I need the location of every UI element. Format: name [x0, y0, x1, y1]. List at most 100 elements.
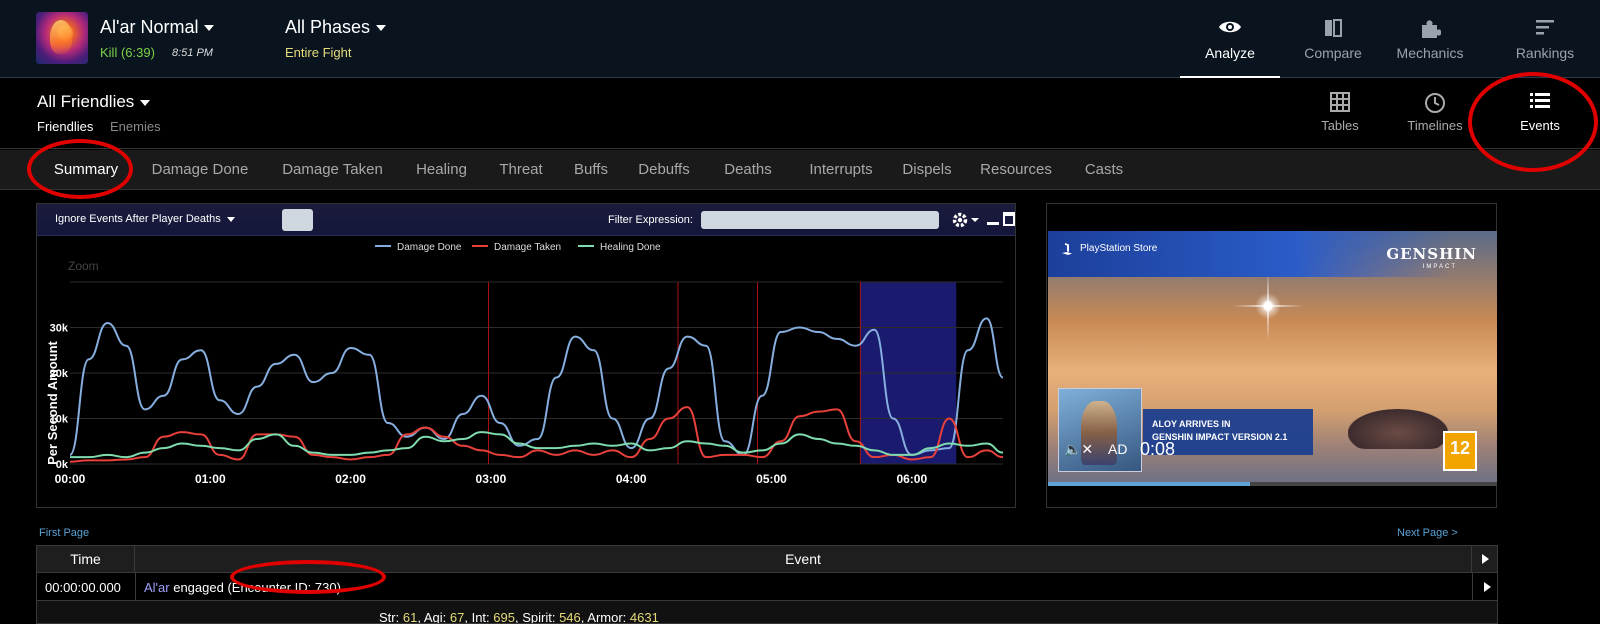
- clock-icon: [1425, 93, 1445, 113]
- view-timelines-label: Timelines: [1407, 118, 1463, 133]
- mute-icon[interactable]: 🔈✕: [1064, 441, 1093, 458]
- x-tick-label: 02:00: [335, 472, 366, 486]
- ignore-deaths-toggle[interactable]: [282, 209, 313, 231]
- secondary-header: All Friendlies Friendlies Enemies Tables…: [0, 79, 1600, 149]
- boss-avatar[interactable]: [36, 12, 88, 64]
- eye-icon: [1219, 21, 1241, 33]
- top-header: Al'ar Normal Kill (6:39) 8:51 PM All Pha…: [0, 0, 1600, 78]
- event-action: engaged: [169, 580, 228, 595]
- nav-mechanics-label: Mechanics: [1396, 45, 1464, 61]
- legend-label: Damage Taken: [494, 242, 561, 253]
- chevron-down-icon: [204, 25, 215, 32]
- compare-icon: [1325, 19, 1342, 37]
- tab-casts[interactable]: Casts: [1074, 150, 1134, 190]
- stats-line: Str: 61, Agi: 67, Int: 695, Spirit: 546,…: [379, 610, 659, 624]
- chevron-down-icon: [376, 25, 387, 32]
- age-rating-badge: 12: [1443, 431, 1477, 471]
- ignore-deaths-dropdown[interactable]: Ignore Events After Player Deaths: [55, 213, 235, 225]
- encounter-selector[interactable]: Al'ar Normal: [100, 17, 215, 38]
- enemies-tab[interactable]: Enemies: [110, 119, 161, 134]
- nav-analyze[interactable]: Analyze: [1180, 0, 1280, 78]
- stat-value: 61: [402, 610, 418, 624]
- column-header-event[interactable]: Event: [134, 545, 1472, 573]
- tab-dispels[interactable]: Dispels: [893, 150, 961, 190]
- phase-selector[interactable]: All Phases: [285, 17, 387, 38]
- next-page-link[interactable]: Next Page >: [1397, 527, 1458, 539]
- ad-label: AD: [1108, 441, 1128, 457]
- puzzle-icon: [1422, 20, 1441, 38]
- ad-star-graphic: [1233, 271, 1303, 341]
- tab-interrupts[interactable]: Interrupts: [795, 150, 887, 190]
- friendlies-tab[interactable]: Friendlies: [37, 119, 93, 134]
- nav-compare[interactable]: Compare: [1283, 0, 1383, 78]
- filter-expression-label: Filter Expression:: [608, 214, 693, 226]
- x-tick-label: 00:00: [55, 472, 86, 486]
- filter-expression-input[interactable]: [701, 211, 939, 229]
- stat-value: 4631: [629, 610, 659, 624]
- genshin-logo-sub: IMPACT: [1422, 264, 1457, 270]
- gear-icon[interactable]: [951, 210, 981, 230]
- tab-damage-done[interactable]: Damage Done: [140, 150, 260, 190]
- event-actor[interactable]: Al'ar: [144, 580, 170, 595]
- x-tick-label: 06:00: [896, 472, 927, 486]
- ps-store-label: PlayStation Store: [1080, 243, 1158, 254]
- minimize-icon[interactable]: [987, 212, 999, 226]
- phase-title: All Phases: [285, 17, 371, 37]
- maximize-icon[interactable]: [1003, 212, 1015, 226]
- encounter-result: Kill (6:39): [100, 45, 155, 60]
- tab-debuffs[interactable]: Debuffs: [628, 150, 700, 190]
- table-row-details: Str: 61, Agi: 67, Int: 695, Spirit: 546,…: [36, 601, 1498, 624]
- video-ad[interactable]: PlayStation Store GENSHIN IMPACT ALOY AR…: [1048, 231, 1497, 486]
- encounter-time: 8:51 PM: [172, 47, 213, 59]
- x-tick-label: 05:00: [756, 472, 787, 486]
- stat-label: Armor:: [587, 610, 627, 624]
- list-icon: [1530, 93, 1550, 108]
- expand-all-button[interactable]: [1471, 545, 1498, 573]
- ad-headline-1: ALOY ARRIVES IN: [1152, 419, 1231, 429]
- table-row[interactable]: 00:00:00.000 Al'ar engaged (Encounter ID…: [36, 573, 1498, 601]
- ad-progress-bar: [1048, 482, 1497, 486]
- ad-timer: 0:08: [1140, 439, 1176, 459]
- tab-summary[interactable]: Summary: [38, 150, 134, 190]
- x-tick-label: 04:00: [616, 472, 647, 486]
- stat-value: 695: [493, 610, 515, 624]
- graph-toolbar: Ignore Events After Player Deaths Filter…: [37, 204, 1015, 236]
- ad-creature-graphic: [1348, 409, 1448, 449]
- tab-buffs[interactable]: Buffs: [562, 150, 620, 190]
- fight-graph[interactable]: 0k10k20k30k00:00 01:00 02:00 03:00 04:00 05:0…: [37, 237, 1015, 507]
- tab-threat[interactable]: Threat: [488, 150, 554, 190]
- tab-healing[interactable]: Healing: [404, 150, 479, 190]
- encounter-title: Al'ar Normal: [100, 17, 199, 37]
- nav-rankings[interactable]: Rankings: [1490, 0, 1600, 78]
- view-events[interactable]: Events: [1500, 79, 1580, 149]
- view-tables-label: Tables: [1321, 118, 1359, 133]
- nav-mechanics[interactable]: Mechanics: [1375, 0, 1485, 78]
- ad-progress-fill: [1048, 482, 1251, 486]
- tab-deaths[interactable]: Deaths: [712, 150, 784, 190]
- tab-damage-taken[interactable]: Damage Taken: [270, 150, 395, 190]
- x-tick-label: 01:00: [195, 472, 226, 486]
- view-timelines[interactable]: Timelines: [1390, 79, 1480, 149]
- report-tabs: Summary Damage Done Damage Taken Healing…: [0, 150, 1600, 190]
- playstation-icon: [1062, 243, 1072, 255]
- group-selector[interactable]: All Friendlies: [37, 92, 151, 112]
- phase-subtitle: Entire Fight: [285, 45, 352, 60]
- chevron-down-icon: [226, 216, 235, 222]
- stat-value: 67: [449, 610, 465, 624]
- view-tables[interactable]: Tables: [1300, 79, 1380, 149]
- stat-label: Agi:: [423, 610, 447, 624]
- first-page-link[interactable]: First Page: [39, 527, 89, 539]
- zoom-label: Zoom: [68, 259, 99, 273]
- tab-resources[interactable]: Resources: [970, 150, 1062, 190]
- chevron-down-icon: [140, 99, 151, 106]
- event-description: Al'ar engaged (Encounter ID: 730): [144, 580, 341, 595]
- ad-panel: PlayStation Store GENSHIN IMPACT ALOY AR…: [1046, 203, 1497, 508]
- grid-icon: [1330, 92, 1350, 112]
- expand-row-icon[interactable]: [1484, 582, 1491, 592]
- legend-label: Healing Done: [600, 242, 661, 253]
- column-header-time[interactable]: Time: [36, 545, 135, 573]
- ad-character-thumbnail: [1058, 388, 1142, 472]
- legend-label: Damage Done: [397, 242, 462, 253]
- genshin-logo: GENSHIN: [1386, 245, 1477, 263]
- column-divider: [1472, 573, 1473, 601]
